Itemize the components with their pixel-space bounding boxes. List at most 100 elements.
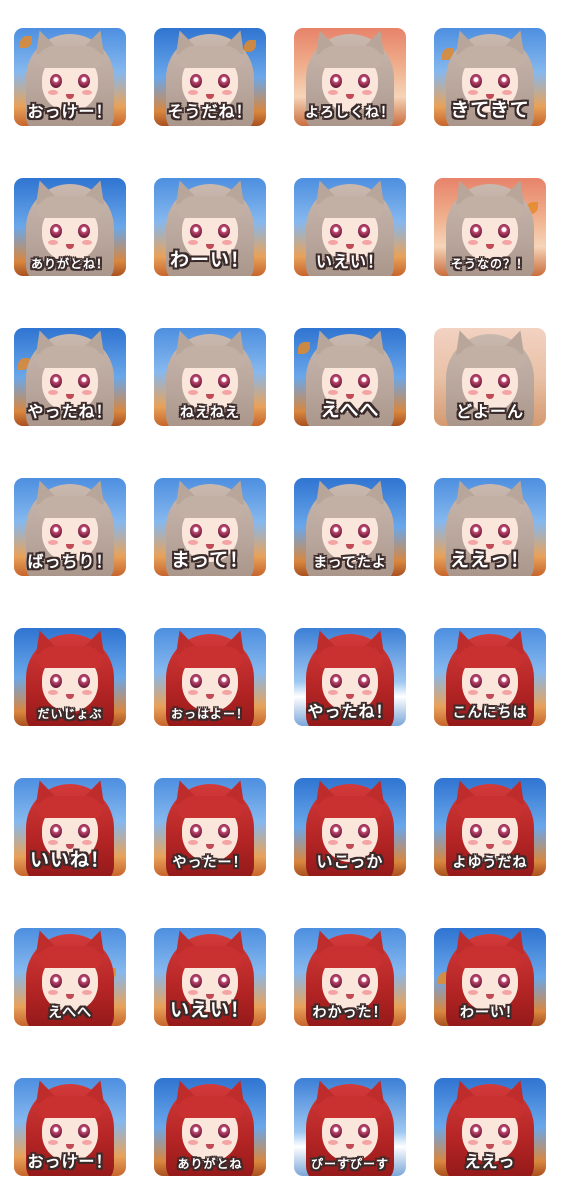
eye-left — [190, 74, 202, 88]
eye-left — [470, 824, 482, 838]
sticker-item[interactable]: やったね！ — [294, 628, 406, 726]
eye-right — [358, 524, 370, 538]
sticker-item[interactable]: おっはよー！ — [154, 628, 266, 726]
eye-left — [50, 824, 62, 838]
sticker-item[interactable]: えへへ — [294, 328, 406, 426]
blush-right — [362, 990, 372, 995]
eye-left — [190, 974, 202, 988]
sticker-caption: やったね！ — [307, 702, 393, 721]
sticker-item[interactable]: いえい！ — [294, 178, 406, 276]
sticker-item[interactable]: わーい！ — [434, 928, 546, 1026]
eye-right — [218, 674, 230, 688]
eye-right — [78, 674, 90, 688]
eye-left — [190, 224, 202, 238]
sticker-item[interactable]: どよーん — [434, 328, 546, 426]
character-bangs — [458, 946, 522, 968]
sticker-item[interactable]: えへへ — [14, 928, 126, 1026]
sticker-item[interactable]: ええっ — [434, 1078, 546, 1176]
character-bangs — [178, 196, 242, 218]
sticker-caption: まって！ — [170, 549, 250, 571]
eye-right — [498, 974, 510, 988]
blush-left — [468, 690, 478, 695]
blush-left — [48, 90, 58, 95]
sticker-item[interactable]: ありがとね — [154, 1078, 266, 1176]
character-bangs — [318, 946, 382, 968]
sticker-item[interactable]: よゆうだね — [434, 778, 546, 876]
sticker-caption: えへへ — [320, 399, 380, 421]
eye-right — [498, 524, 510, 538]
sticker-caption: おっけー！ — [27, 1152, 113, 1171]
sticker-caption: いえい！ — [169, 999, 250, 1021]
character-bangs — [318, 196, 382, 218]
sticker-item[interactable]: いえい！ — [154, 928, 266, 1026]
sticker-item[interactable]: おっけー！ — [14, 1078, 126, 1176]
blush-right — [502, 390, 512, 395]
sticker-item[interactable]: おっけー！ — [14, 28, 126, 126]
blush-left — [468, 990, 478, 995]
eye-left — [50, 524, 62, 538]
character-bangs — [318, 346, 382, 368]
blush-right — [82, 540, 92, 545]
eye-left — [470, 374, 482, 388]
eye-right — [78, 74, 90, 88]
blush-left — [328, 990, 338, 995]
sticker-item[interactable]: わーい！ — [154, 178, 266, 276]
blush-right — [82, 90, 92, 95]
blush-right — [222, 90, 232, 95]
eye-right — [498, 74, 510, 88]
eye-left — [330, 674, 342, 688]
character-bangs — [458, 496, 522, 518]
blush-right — [362, 1140, 372, 1145]
character-bangs — [38, 646, 102, 668]
sticker-item[interactable]: そうだね！ — [154, 28, 266, 126]
eye-right — [358, 974, 370, 988]
eye-right — [218, 974, 230, 988]
sticker-caption: だいじょぶ — [37, 707, 103, 721]
blush-right — [362, 690, 372, 695]
blush-right — [222, 390, 232, 395]
blush-right — [82, 690, 92, 695]
character-bangs — [38, 46, 102, 68]
blush-right — [82, 1140, 92, 1145]
sticker-item[interactable]: わかった！ — [294, 928, 406, 1026]
eye-right — [358, 224, 370, 238]
eye-left — [50, 674, 62, 688]
eye-left — [330, 824, 342, 838]
eye-right — [218, 224, 230, 238]
blush-left — [48, 990, 58, 995]
character-bangs — [318, 1096, 382, 1118]
blush-left — [188, 690, 198, 695]
sticker-item[interactable]: そうなの？！ — [434, 178, 546, 276]
character-bangs — [318, 646, 382, 668]
eye-left — [330, 224, 342, 238]
sticker-item[interactable]: ねえねえ — [154, 328, 266, 426]
character-bangs — [178, 496, 242, 518]
character-bangs — [178, 646, 242, 668]
sticker-item[interactable]: やったね！ — [14, 328, 126, 426]
blush-right — [362, 90, 372, 95]
sticker-item[interactable]: やったー！ — [154, 778, 266, 876]
sticker-item[interactable]: きてきて — [434, 28, 546, 126]
sticker-item[interactable]: ありがとね！ — [14, 178, 126, 276]
sticker-item[interactable]: ええっ！ — [434, 478, 546, 576]
sticker-item[interactable]: だいじょぶ — [14, 628, 126, 726]
sticker-caption: いえい！ — [315, 252, 384, 271]
sticker-item[interactable]: ばっちり！ — [14, 478, 126, 576]
sticker-item[interactable]: よろしくね！ — [294, 28, 406, 126]
eye-left — [330, 374, 342, 388]
character-bangs — [178, 346, 242, 368]
eye-right — [78, 224, 90, 238]
sticker-caption: ばっちり！ — [27, 552, 113, 571]
sticker-item[interactable]: いこっか — [294, 778, 406, 876]
sticker-item[interactable]: まってたよ — [294, 478, 406, 576]
sticker-item[interactable]: こんにちは — [434, 628, 546, 726]
sticker-item[interactable]: ぴーすぴーす — [294, 1078, 406, 1176]
character-bangs — [178, 796, 242, 818]
eye-right — [498, 374, 510, 388]
sticker-caption: おっけー！ — [27, 102, 113, 121]
sticker-item[interactable]: まって！ — [154, 478, 266, 576]
eye-right — [218, 824, 230, 838]
blush-right — [362, 840, 372, 845]
eye-left — [50, 974, 62, 988]
sticker-item[interactable]: いいね！ — [14, 778, 126, 876]
